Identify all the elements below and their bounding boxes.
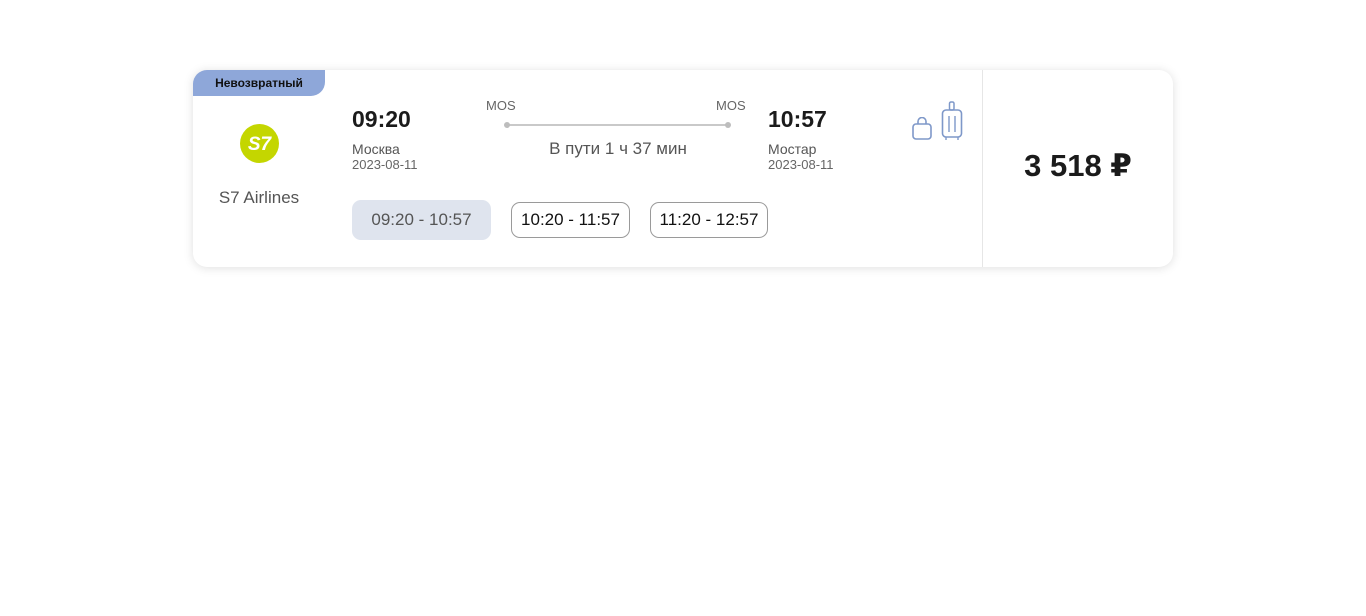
flight-ticket-card[interactable]: S7 S7 Airlines Невозвратный 09:20 Москва… bbox=[193, 70, 1173, 267]
time-option[interactable]: 11:20 - 12:57 bbox=[650, 202, 768, 238]
arrival-date: 2023-08-11 bbox=[768, 157, 834, 172]
route-start-dot bbox=[504, 122, 510, 128]
airline-logo-text: S7 bbox=[248, 134, 273, 155]
departure-code: MOS bbox=[486, 98, 516, 113]
departure-city: Москва bbox=[352, 141, 400, 157]
bag-icon bbox=[912, 117, 932, 140]
suitcase-icon bbox=[941, 101, 963, 140]
route-end-dot bbox=[725, 122, 731, 128]
fare-type-badge: Невозвратный bbox=[193, 70, 325, 96]
airline-name: S7 Airlines bbox=[218, 188, 300, 207]
airline-logo: S7 bbox=[240, 124, 279, 163]
route-line bbox=[504, 122, 731, 128]
arrival-time: 10:57 bbox=[768, 106, 827, 132]
ticket-price[interactable]: 3 518 ₽ bbox=[983, 148, 1173, 184]
time-option[interactable]: 10:20 - 11:57 bbox=[511, 202, 630, 238]
time-option-selected[interactable]: 09:20 - 10:57 bbox=[352, 200, 491, 240]
departure-time: 09:20 bbox=[352, 106, 411, 132]
arrival-code: MOS bbox=[716, 98, 746, 113]
flight-duration: В пути 1 ч 37 мин bbox=[549, 139, 687, 158]
arrival-city: Мостар bbox=[768, 141, 817, 157]
departure-date: 2023-08-11 bbox=[352, 157, 418, 172]
airline-block: S7 S7 Airlines bbox=[193, 70, 325, 267]
